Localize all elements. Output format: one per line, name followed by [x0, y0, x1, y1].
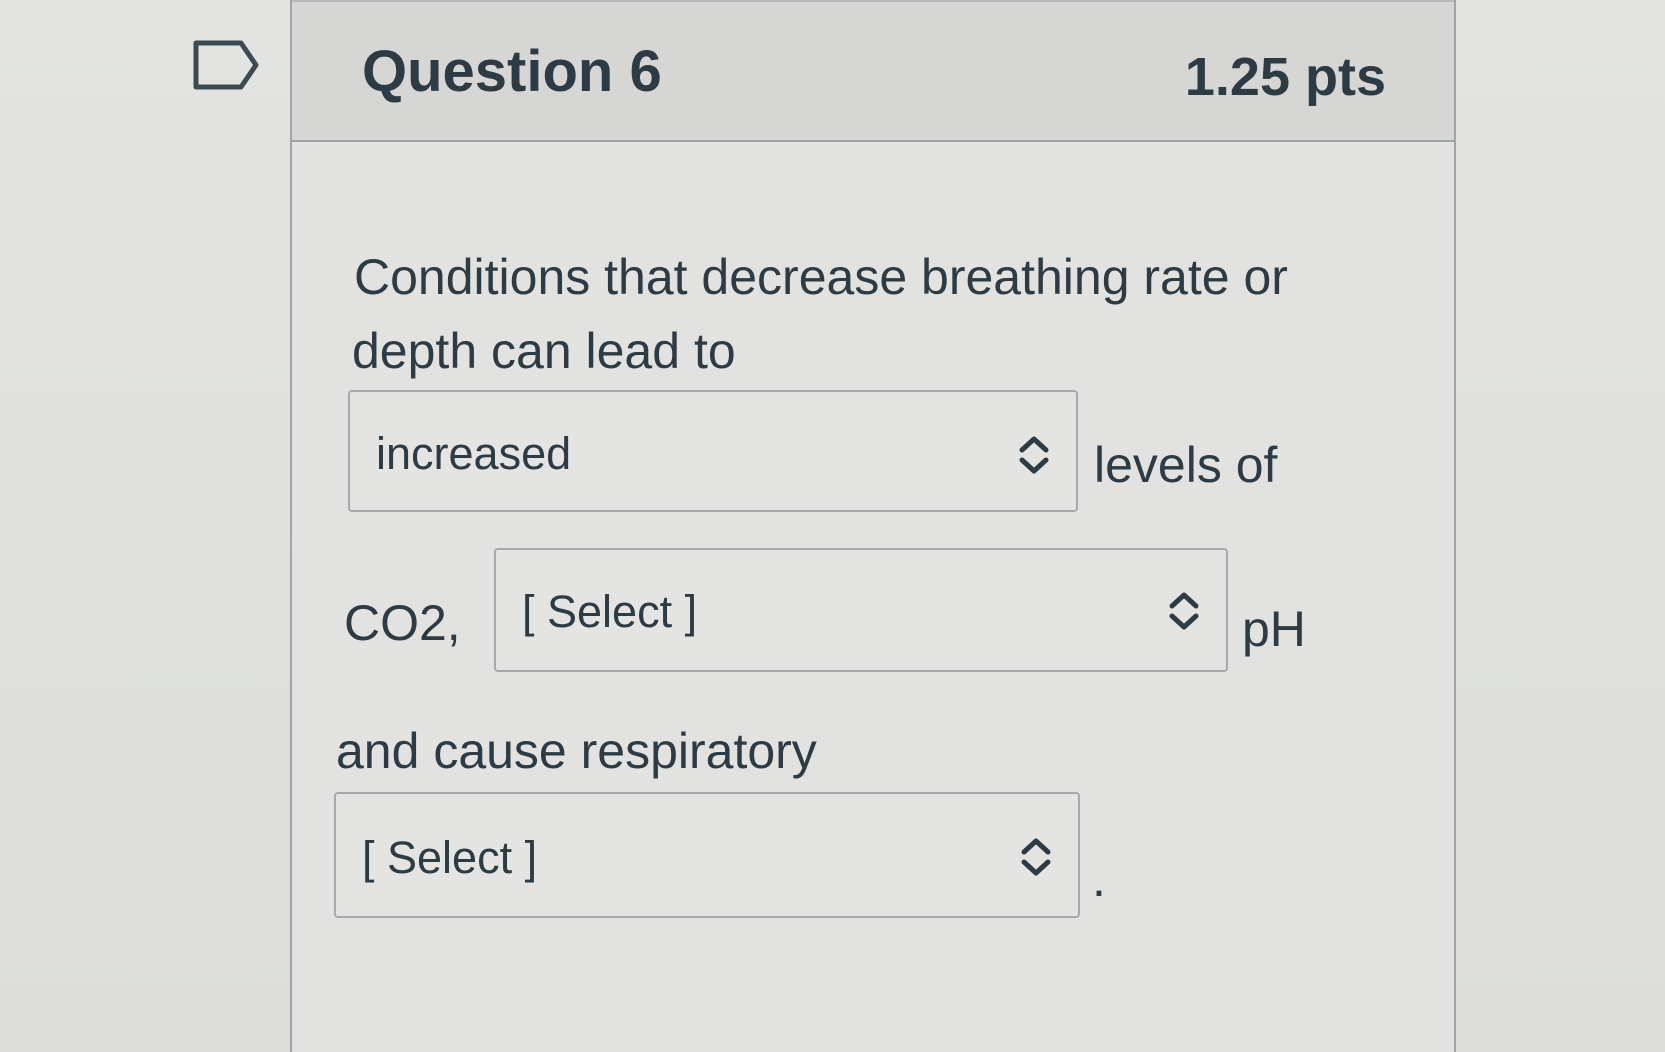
quiz-page: Question 6 1.25 pts Conditions that decr… — [0, 0, 1665, 1052]
question-header: Question 6 1.25 pts — [292, 0, 1454, 142]
text-levels-of: levels of — [1094, 437, 1278, 493]
question-points: 1.25 pts — [1184, 47, 1386, 107]
up-down-chevron-icon — [1166, 588, 1202, 634]
flag-question-icon[interactable] — [193, 40, 259, 90]
text-ph: pH — [1242, 601, 1306, 657]
up-down-chevron-icon — [1016, 432, 1052, 478]
question-text-line1: Conditions that decrease breathing rate … — [354, 249, 1288, 305]
answer-select-3[interactable]: [ Select ] — [334, 792, 1080, 918]
answer-select-2[interactable]: [ Select ] — [494, 548, 1228, 672]
answer-select-2-value: [ Select ] — [522, 586, 698, 637]
question-title: Question 6 — [362, 39, 662, 104]
text-end-period: . — [1092, 851, 1106, 907]
text-co2: CO2, — [344, 595, 461, 651]
answer-select-1-value: increased — [376, 428, 572, 479]
question-card: Question 6 1.25 pts Conditions that decr… — [290, 0, 1456, 1052]
question-text-line4: and cause respiratory — [336, 723, 817, 779]
answer-select-3-value: [ Select ] — [362, 832, 538, 883]
up-down-chevron-icon — [1018, 834, 1054, 880]
answer-select-1[interactable]: increased — [348, 390, 1078, 512]
question-text-line2: depth can lead to — [352, 323, 736, 379]
